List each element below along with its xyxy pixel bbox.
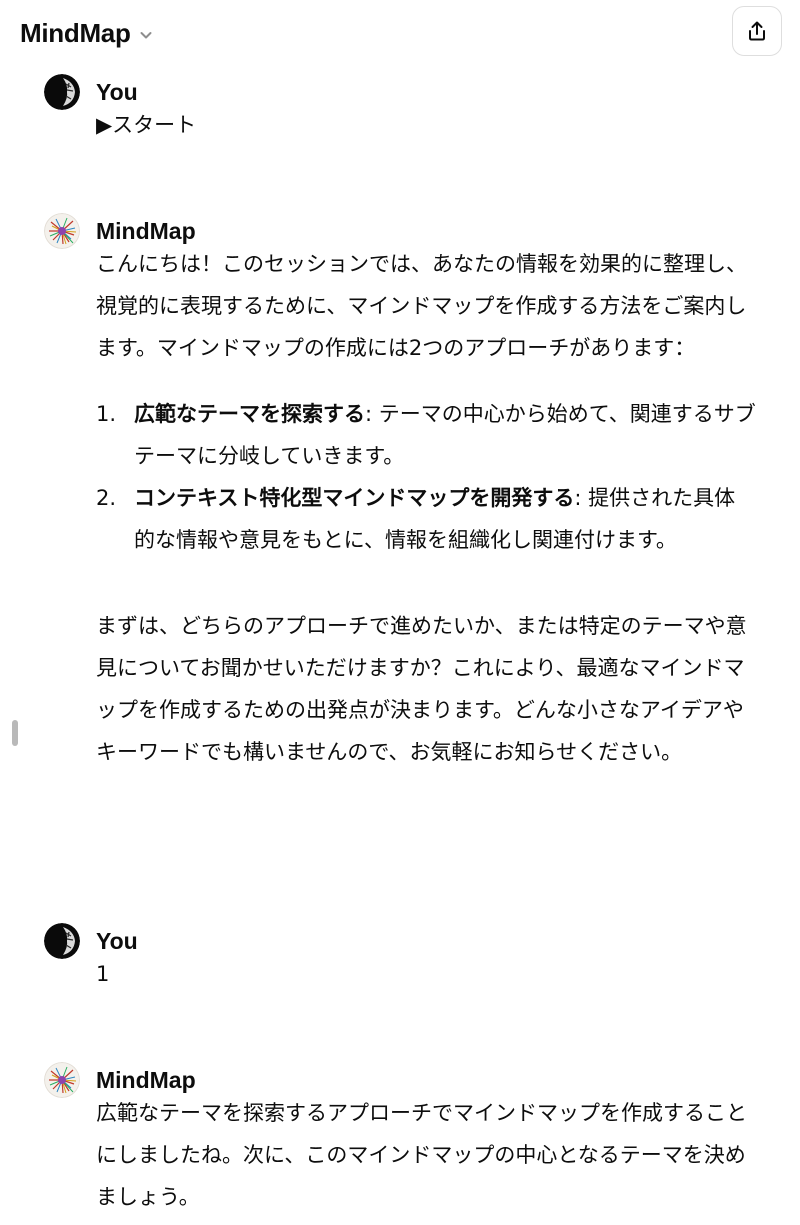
sender-name: MindMap <box>96 217 196 244</box>
header-bar: MindMap <box>0 0 800 64</box>
user-avatar <box>44 74 80 110</box>
scrollbar-handle[interactable] <box>12 720 18 746</box>
model-selector[interactable]: MindMap <box>20 16 153 50</box>
message-text: 広範なテーマを探索するアプローチでマインドマップを作成することにしましたね。次に… <box>96 1101 747 1209</box>
user-avatar <box>44 923 80 959</box>
sender-name: You <box>96 927 138 954</box>
message-user: You 1 <box>44 923 756 995</box>
list-item: 2. コンテキスト特化型マインドマップを開発する: 提供された具体的な情報や意見… <box>96 477 756 561</box>
message-text: 1 <box>96 962 110 986</box>
list-number: 2. <box>96 486 117 510</box>
sender-name: MindMap <box>96 1066 196 1093</box>
chevron-down-icon <box>140 32 152 39</box>
list-item-title: コンテキスト特化型マインドマップを開発する <box>134 486 575 510</box>
share-icon <box>749 21 765 41</box>
app-title: MindMap <box>20 17 131 48</box>
list-item-title: 広範なテーマを探索する <box>134 402 365 426</box>
list-item: 1. 広範なテーマを探索する: テーマの中心から始めて、関連するサブテーマに分岐… <box>96 393 756 477</box>
message-user: You ▶スタート <box>44 74 756 146</box>
mindmap-avatar <box>44 1062 80 1098</box>
mindmap-avatar <box>44 213 80 249</box>
message-text: まずは、どちらのアプローチで進めたいか、または特定のテーマや意見についてお聞かせ… <box>96 614 747 764</box>
list-number: 1. <box>96 402 117 426</box>
sender-name: You <box>96 78 138 105</box>
share-button[interactable] <box>732 6 782 56</box>
message-assistant: MindMap 広範なテーマを探索するアプローチでマインドマップを作成することに… <box>44 1062 756 1218</box>
message-assistant: MindMap こんにちは！このセッションでは、あなたの情報を効果的に整理し、視… <box>44 213 756 773</box>
message-text: こんにちは！このセッションでは、あなたの情報を効果的に整理し、視覚的に表現するた… <box>96 252 747 360</box>
message-text: ▶スタート <box>96 113 197 137</box>
approach-list: 1. 広範なテーマを探索する: テーマの中心から始めて、関連するサブテーマに分岐… <box>96 393 756 561</box>
